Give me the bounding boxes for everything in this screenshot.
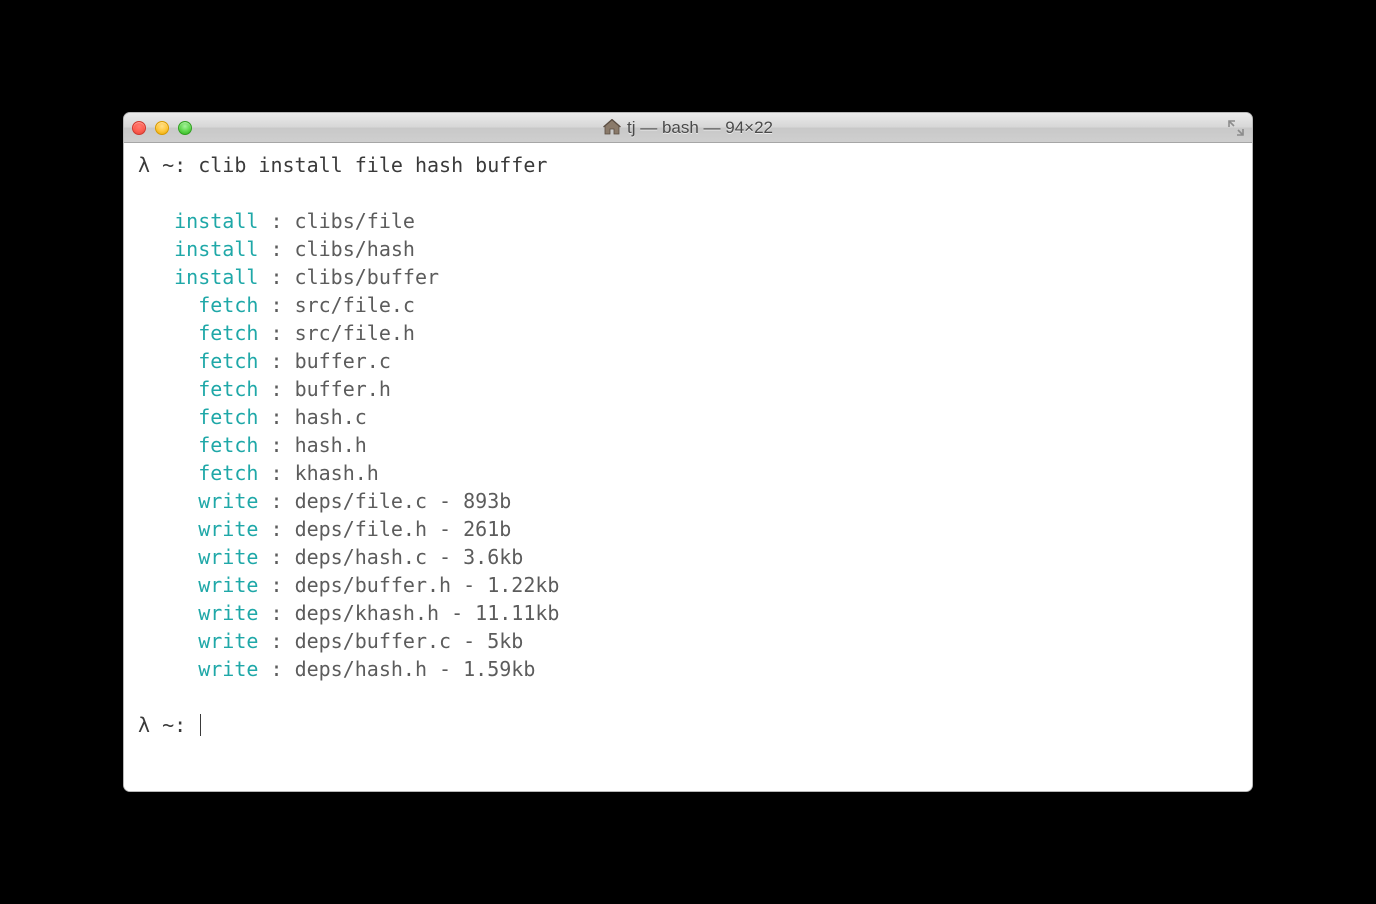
output-line: write : deps/hash.c - 3.6kb (138, 543, 1238, 571)
output-separator: : (258, 237, 294, 261)
output-keyword: write (198, 489, 258, 513)
output-keyword: install (174, 265, 258, 289)
output-value: khash.h (295, 461, 379, 485)
prompt-symbol: λ ~: (138, 153, 186, 177)
output-separator: : (258, 377, 294, 401)
output-line: write : deps/hash.h - 1.59kb (138, 655, 1238, 683)
output-value: src/file.c (295, 293, 415, 317)
output-line: install : clibs/hash (138, 235, 1238, 263)
output-separator: : (258, 489, 294, 513)
output-keyword: write (198, 573, 258, 597)
output-keyword: write (198, 629, 258, 653)
output-value: clibs/file (295, 209, 415, 233)
output-separator: : (258, 265, 294, 289)
output-keyword: fetch (198, 377, 258, 401)
cursor (200, 714, 201, 736)
output-value: deps/file.h - 261b (295, 517, 512, 541)
output-separator: : (258, 349, 294, 373)
output-value: deps/buffer.h - 1.22kb (295, 573, 560, 597)
zoom-icon[interactable] (178, 121, 192, 135)
output-separator: : (258, 321, 294, 345)
output-line: write : deps/buffer.h - 1.22kb (138, 571, 1238, 599)
fullscreen-icon[interactable] (1228, 120, 1244, 136)
output-separator: : (258, 433, 294, 457)
output-separator: : (258, 293, 294, 317)
output-keyword: fetch (198, 405, 258, 429)
output-keyword: install (174, 209, 258, 233)
output-line: fetch : khash.h (138, 459, 1238, 487)
output-value: buffer.h (295, 377, 391, 401)
output-line: write : deps/khash.h - 11.11kb (138, 599, 1238, 627)
output-separator: : (258, 629, 294, 653)
output-keyword: write (198, 517, 258, 541)
output-line: install : clibs/file (138, 207, 1238, 235)
output-value: clibs/buffer (295, 265, 440, 289)
output-line: fetch : src/file.c (138, 291, 1238, 319)
output-separator: : (258, 517, 294, 541)
output-separator: : (258, 601, 294, 625)
output-value: deps/hash.h - 1.59kb (295, 657, 536, 681)
output-line: fetch : buffer.c (138, 347, 1238, 375)
prompt-symbol: λ ~: (138, 713, 186, 737)
output-separator: : (258, 573, 294, 597)
output-keyword: fetch (198, 293, 258, 317)
output-value: deps/hash.c - 3.6kb (295, 545, 524, 569)
output-line: fetch : hash.c (138, 403, 1238, 431)
command-text: clib install file hash buffer (198, 153, 547, 177)
output-value: hash.h (295, 433, 367, 457)
output-line: write : deps/file.h - 261b (138, 515, 1238, 543)
output-separator: : (258, 405, 294, 429)
window-title: tj — bash — 94×22 (603, 118, 773, 138)
output-separator: : (258, 545, 294, 569)
home-icon (603, 119, 621, 135)
close-icon[interactable] (132, 121, 146, 135)
output-value: deps/buffer.c - 5kb (295, 629, 524, 653)
traffic-lights (132, 121, 192, 135)
output-keyword: fetch (198, 321, 258, 345)
output-value: hash.c (295, 405, 367, 429)
output-value: deps/file.c - 893b (295, 489, 512, 513)
output-value: deps/khash.h - 11.11kb (295, 601, 560, 625)
terminal-body[interactable]: λ ~: clib install file hash buffer insta… (124, 143, 1252, 791)
terminal-window: tj — bash — 94×22 λ ~: clib install file… (123, 112, 1253, 792)
output-line: fetch : src/file.h (138, 319, 1238, 347)
minimize-icon[interactable] (155, 121, 169, 135)
output-separator: : (258, 657, 294, 681)
output-separator: : (258, 209, 294, 233)
titlebar[interactable]: tj — bash — 94×22 (124, 113, 1252, 143)
output-keyword: write (198, 657, 258, 681)
window-title-text: tj — bash — 94×22 (627, 118, 773, 138)
output-line: fetch : buffer.h (138, 375, 1238, 403)
output-lines: install : clibs/file install : clibs/has… (138, 207, 1238, 683)
prompt-line-2: λ ~: (138, 713, 201, 737)
output-line: write : deps/buffer.c - 5kb (138, 627, 1238, 655)
output-value: clibs/hash (295, 237, 415, 261)
output-keyword: fetch (198, 461, 258, 485)
output-keyword: install (174, 237, 258, 261)
output-keyword: fetch (198, 433, 258, 457)
output-value: buffer.c (295, 349, 391, 373)
output-separator: : (258, 461, 294, 485)
output-keyword: write (198, 601, 258, 625)
output-keyword: write (198, 545, 258, 569)
output-line: write : deps/file.c - 893b (138, 487, 1238, 515)
output-value: src/file.h (295, 321, 415, 345)
output-line: install : clibs/buffer (138, 263, 1238, 291)
output-line: fetch : hash.h (138, 431, 1238, 459)
prompt-line: λ ~: clib install file hash buffer (138, 153, 547, 177)
output-keyword: fetch (198, 349, 258, 373)
